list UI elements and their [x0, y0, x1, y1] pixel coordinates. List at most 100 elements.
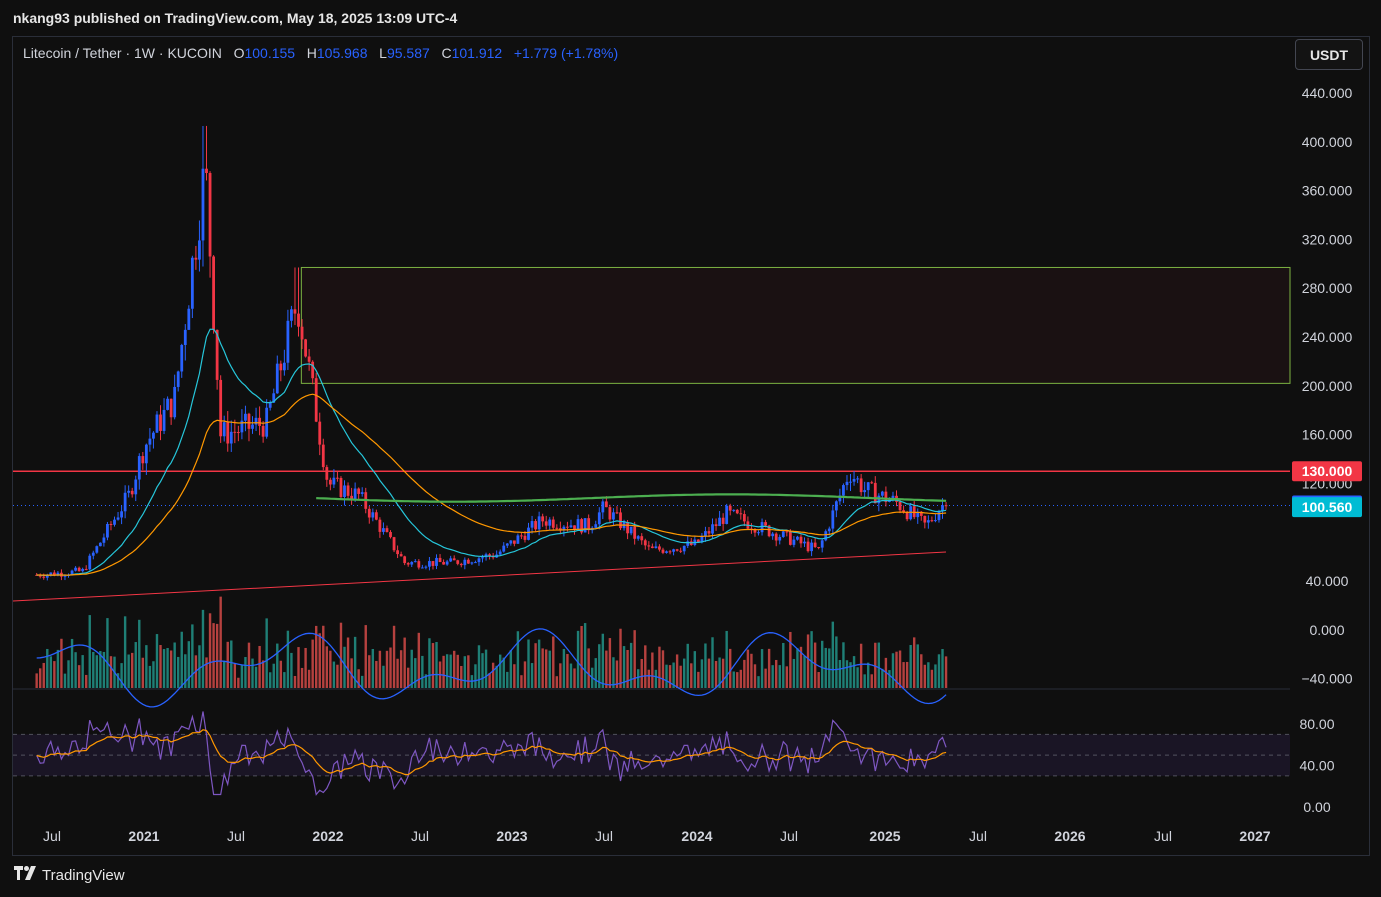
volume-bar [155, 634, 159, 688]
candle-body [615, 512, 619, 514]
candle-body [721, 517, 725, 524]
volume-bar [322, 625, 325, 688]
candle-body [339, 477, 343, 497]
low-label: L [379, 45, 387, 61]
volume-bar [131, 652, 134, 688]
volume-bar [835, 636, 838, 688]
tradingview-logo[interactable]: TradingView [14, 866, 125, 884]
volume-bar [530, 663, 534, 688]
candle-body [137, 456, 141, 480]
price-chart[interactable]: 440.000 400.000 360.000 320.000 280.000 240.0… [0, 0, 1381, 897]
time-axis: Jul 2021 Jul 2022 Jul 2023 Jul 2024 Jul 2025 Jul 20… [43, 828, 1271, 844]
candle-body [594, 524, 598, 528]
volume-bar [456, 654, 459, 688]
candle-body [859, 478, 863, 493]
candle-body [926, 520, 930, 523]
volume-bar [484, 649, 488, 688]
volume-bar [244, 657, 247, 688]
candle-body [548, 519, 552, 526]
volume-bar [675, 654, 679, 688]
candle-body [222, 422, 226, 437]
candle-body [134, 479, 138, 495]
volume-bar [276, 643, 279, 688]
volume-bar [39, 668, 42, 688]
candle-body [194, 257, 198, 260]
volume-bar [821, 640, 824, 688]
candle-body [279, 363, 283, 371]
volume-bar [60, 638, 63, 688]
price-tick-label: 440.000 [1302, 85, 1353, 101]
candle-body [374, 512, 378, 520]
volume-bar [35, 673, 38, 688]
close-label: C [441, 45, 452, 61]
volume-bar [746, 649, 750, 688]
candle-body [505, 543, 509, 546]
volume-bar [516, 631, 520, 688]
volume-ma-line [36, 628, 947, 708]
candle-body [849, 481, 852, 483]
volume-bar [647, 669, 651, 688]
candle-body [127, 490, 131, 493]
volume-bar [460, 665, 463, 688]
volume-bar [138, 619, 141, 688]
candle-body [201, 168, 205, 241]
symbol-legend: Litecoin / Tether · 1W · KUCOIN O100.155… [23, 45, 618, 61]
volume-bar [134, 642, 137, 688]
volume-bar [261, 660, 265, 688]
volume-bar [435, 642, 438, 688]
candle-body [626, 521, 629, 534]
candle-body [672, 549, 675, 552]
candle-body [647, 545, 651, 547]
candle-body [413, 561, 417, 563]
volume-bar [109, 656, 113, 688]
volume-bar [332, 661, 336, 688]
candle-body [863, 490, 867, 493]
volume-bar [725, 630, 728, 688]
candle-body [842, 485, 845, 496]
volume-bar [392, 625, 396, 688]
candle-body [275, 363, 279, 394]
volume-bar [148, 665, 152, 688]
volume-bar [679, 665, 682, 688]
candle-body [679, 550, 683, 552]
candle-body [640, 536, 644, 541]
volume-bar [552, 636, 555, 688]
candle-body [778, 536, 782, 541]
volume-bar [385, 650, 389, 688]
candle-body [834, 501, 838, 511]
volume-bar [608, 638, 612, 688]
time-tick-label: 2023 [496, 828, 527, 844]
volume-bar [704, 643, 707, 688]
candle-body [452, 558, 456, 561]
candle-body [601, 501, 605, 513]
candle-body [934, 520, 937, 522]
volume-bar [49, 656, 53, 688]
volume-bar [67, 660, 70, 688]
candle-body [389, 532, 392, 538]
volume-bar [467, 655, 470, 688]
candle-body [930, 520, 934, 522]
time-tick-label: 2027 [1239, 828, 1270, 844]
volume-bar [463, 656, 467, 688]
candle-body [682, 545, 686, 552]
volume-bar [796, 648, 799, 688]
volume-bar [905, 661, 909, 688]
candle-body [84, 568, 88, 570]
candle-body [198, 240, 201, 260]
volume-bar [477, 645, 481, 688]
candle-body [502, 545, 506, 552]
volume-bar [629, 642, 633, 688]
candle-body [509, 540, 513, 544]
volume-bar [665, 664, 668, 688]
candle-body [813, 542, 817, 548]
volume-bar [782, 642, 785, 688]
volume-bar [941, 649, 944, 688]
volume-bar [403, 637, 406, 688]
currency-button[interactable]: USDT [1295, 39, 1363, 70]
candle-body [831, 510, 835, 529]
candle-body [187, 308, 191, 330]
volume-bar [53, 661, 56, 688]
candle-body [527, 527, 530, 540]
close-value: 101.912 [451, 45, 503, 61]
candle-body [739, 513, 743, 515]
